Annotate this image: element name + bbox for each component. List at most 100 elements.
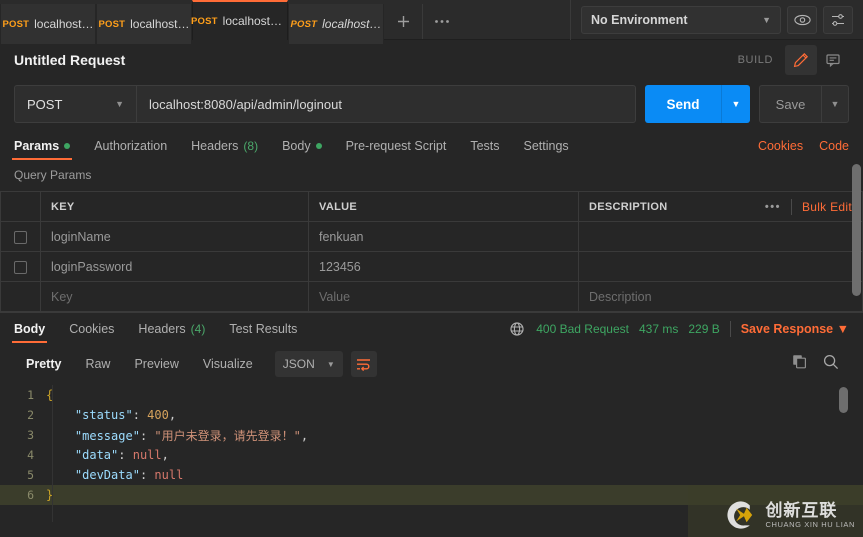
column-header-value: VALUE [309,192,579,222]
url-text: localhost:8080/api/admin/loginout [149,97,342,112]
tab-label: Pre-request Script [346,139,447,153]
comment-icon [825,52,841,68]
globe-icon [510,322,524,336]
tab-settings[interactable]: Settings [524,139,569,160]
response-tab-label: Body [14,322,45,336]
send-options-button[interactable]: ▼ [721,85,750,123]
save-options-button[interactable]: ▼ [821,85,849,123]
param-description[interactable] [579,222,863,252]
request-tab-2[interactable]: POSTlocalhost… [192,0,288,40]
build-label: BUILD [738,54,773,66]
response-format-bar: PrettyRawPreviewVisualize JSON ▼ [0,343,863,385]
divider [730,321,731,337]
pencil-icon [793,52,809,68]
bulk-edit-button[interactable]: Bulk Edit [802,200,852,214]
row-checkbox-cell [1,252,41,282]
select-all-cell [1,192,41,222]
format-tab-preview[interactable]: Preview [122,353,190,375]
code-link[interactable]: Code [819,139,849,153]
line-content: "message": "用户未登录，请先登录！", [46,427,308,444]
tab-options-button[interactable] [422,4,460,39]
request-tab-3[interactable]: POSTlocalhost… [288,4,384,44]
line-content: "data": null, [46,448,169,462]
save-group: Save ▼ [759,85,849,123]
line-number: 5 [0,468,46,482]
row-checkbox[interactable] [14,261,27,274]
line-number: 2 [0,408,46,422]
divider [791,199,792,215]
tab-name: localhost… [223,14,282,28]
param-value[interactable]: fenkuan [309,222,579,252]
param-key[interactable]: loginName [41,222,309,252]
new-param-row: KeyValueDescription [1,282,863,312]
edit-request-button[interactable] [785,45,817,75]
cookies-link[interactable]: Cookies [758,139,803,153]
tab-method: POST [98,19,125,30]
query-params-table: KEY VALUE DESCRIPTION ••• Bulk Edit [0,191,863,312]
environment-settings-button[interactable] [823,6,853,34]
url-input[interactable]: localhost:8080/api/admin/loginout [136,85,636,123]
save-response-button[interactable]: Save Response ▼ [741,322,849,336]
new-param-description-input[interactable]: Description [579,282,863,312]
line-number: 4 [0,448,46,462]
response-tab-test-results[interactable]: Test Results [229,322,297,343]
tab-name: localhost… [130,17,189,31]
send-button[interactable]: Send [645,85,721,123]
new-param-key-input[interactable]: Key [41,282,309,312]
params-more-icon[interactable]: ••• [765,201,781,213]
tab-authorization[interactable]: Authorization [94,139,167,160]
response-tab-count: (4) [191,322,206,336]
row-checkbox[interactable] [14,231,27,244]
code-line: 1{ [0,385,863,405]
param-value[interactable]: 123456 [309,252,579,282]
response-time: 437 ms [639,322,678,336]
request-section-tabs: Params Authorization Headers(8) Body Pre-req… [0,128,863,160]
column-header-description-cell: DESCRIPTION ••• Bulk Edit [579,192,863,222]
row-checkbox-cell [1,222,41,252]
tab-headers[interactable]: Headers(8) [191,139,258,160]
response-tab-list: Body Cookies Headers (4) Test Results [14,322,321,343]
wrap-lines-button[interactable] [351,351,377,377]
format-tab-pretty[interactable]: Pretty [14,353,73,375]
tab-label: Body [282,139,311,153]
format-tab-visualize[interactable]: Visualize [191,353,265,375]
new-tab-button[interactable] [384,4,422,39]
query-params-section: Query Params KEY VALUE DESCRIPTION ••• B… [0,160,863,312]
param-key[interactable]: loginPassword [41,252,309,282]
send-group: Send ▼ [645,85,750,123]
tab-pre-request-script[interactable]: Pre-request Script [346,139,447,160]
tab-label: Params [14,139,59,153]
format-tab-raw[interactable]: Raw [73,353,122,375]
request-pane-scrollbar[interactable] [852,164,861,296]
response-tab-headers[interactable]: Headers (4) [138,322,205,343]
new-param-value-input[interactable]: Value [309,282,579,312]
environment-controls: No Environment ▼ [570,0,863,40]
tab-count: (8) [243,139,258,153]
request-title-actions: BUILD [738,45,849,75]
comments-button[interactable] [817,45,849,75]
watermark-band [688,485,863,537]
response-tab-body[interactable]: Body [14,322,45,343]
tab-tests[interactable]: Tests [470,139,499,160]
param-description[interactable] [579,252,863,282]
save-response-label: Save Response [741,322,833,336]
tab-body[interactable]: Body [282,139,322,160]
response-tab-label: Headers [138,322,185,336]
response-language-selector[interactable]: JSON ▼ [275,351,343,377]
table-header-row: KEY VALUE DESCRIPTION ••• Bulk Edit [1,192,863,222]
request-tab-1[interactable]: POST localhost… [96,4,192,44]
active-indicator-dot [316,143,322,149]
http-method-selector[interactable]: POST ▼ [14,85,136,123]
environment-selector[interactable]: No Environment ▼ [581,6,781,34]
save-button[interactable]: Save [759,85,821,123]
column-header-description: DESCRIPTION [589,201,667,213]
request-tab-0[interactable]: POSTlocalhost… [0,4,96,44]
environment-quick-look-button[interactable] [787,6,817,34]
tab-name: localhost… [34,17,93,31]
response-tab-cookies[interactable]: Cookies [69,322,114,343]
response-body-scrollbar[interactable] [839,387,848,413]
gutter-divider [52,385,53,522]
search-body-button[interactable] [823,354,839,375]
tab-params[interactable]: Params [14,139,70,160]
copy-button[interactable] [792,354,807,374]
